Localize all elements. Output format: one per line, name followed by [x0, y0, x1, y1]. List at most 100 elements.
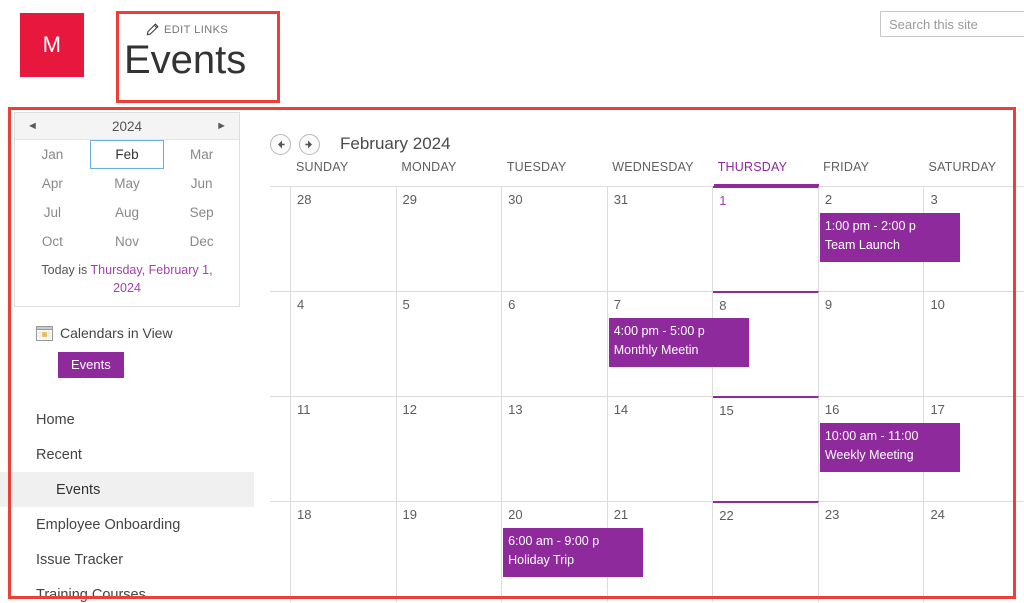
dow-sunday: SUNDAY [296, 160, 349, 174]
month-aug[interactable]: Aug [90, 198, 165, 227]
week-gutter [270, 187, 291, 291]
calendar-day-cell[interactable]: 9 [818, 292, 925, 396]
page-title: Events [124, 38, 247, 82]
calendar-event[interactable]: 6:00 am - 9:00 p Holiday Trip [503, 528, 644, 577]
event-time: 4:00 pm - 5:00 p [613, 324, 705, 338]
month-jun[interactable]: Jun [164, 169, 239, 198]
edit-links-label: EDIT LINKS [164, 23, 229, 36]
nav-item-recent[interactable]: Recent [14, 437, 260, 472]
day-number: 6 [508, 297, 516, 312]
event-title: Monthly Meetin [613, 343, 699, 358]
nav-item-issue-tracker[interactable]: Issue Tracker [14, 542, 260, 577]
month-mar[interactable]: Mar [164, 140, 239, 169]
day-number: 2 [824, 192, 833, 207]
week-gutter [270, 292, 291, 396]
calendar-toolbar: February 2024 [270, 112, 1024, 160]
calendar-day-cell[interactable]: 7 4:00 pm - 5:00 p Monthly Meetin [607, 292, 749, 396]
day-number: 22 [719, 508, 734, 523]
event-time: 1:00 pm - 2:00 p [824, 219, 916, 233]
calendar-day-cell[interactable]: 6 [502, 292, 608, 396]
today-date-link[interactable]: Thursday, February 1, 2024 [91, 263, 213, 295]
event-title: Weekly Meeting [824, 448, 914, 463]
calendar-day-cell[interactable]: 31 [607, 187, 714, 291]
previous-month-button[interactable] [270, 133, 291, 155]
day-number: 5 [402, 297, 410, 312]
month-grid: Jan Feb Mar Apr May Jun Jul Aug Sep Oct … [15, 140, 239, 256]
day-number: 28 [296, 192, 312, 207]
day-number: 21 [613, 507, 629, 522]
calendar-day-cell[interactable]: 13 [502, 397, 608, 501]
day-number: 12 [402, 402, 418, 417]
month-may[interactable]: May [90, 169, 165, 198]
calendar-day-cell[interactable]: 20 6:00 am - 9:00 p Holiday Trip [502, 502, 644, 602]
day-number: 1 [719, 193, 727, 208]
day-number: 7 [613, 297, 621, 312]
day-number: 18 [296, 507, 312, 522]
month-feb[interactable]: Feb [89, 140, 165, 169]
calendar-month-label: February 2024 [340, 134, 451, 153]
day-number: 20 [508, 507, 523, 522]
day-number: 14 [613, 402, 629, 417]
event-time: 10:00 am - 11:00 [824, 429, 919, 443]
month-jan[interactable]: Jan [15, 140, 90, 169]
calendar-icon [36, 326, 53, 342]
day-number: 16 [824, 402, 840, 417]
calendar-day-cell[interactable]: 29 [396, 187, 503, 291]
dow-saturday: SATURDAY [928, 160, 997, 174]
day-number: 19 [402, 507, 418, 522]
calendar-day-cell[interactable]: 19 [396, 502, 503, 602]
calendar-day-cell[interactable]: 15 [713, 396, 819, 501]
day-number: 3 [930, 192, 938, 207]
calendar-day-cell[interactable]: 12 [396, 397, 503, 501]
pencil-icon [146, 23, 159, 36]
event-title: Holiday Trip [508, 553, 575, 568]
calendar-event[interactable]: 4:00 pm - 5:00 p Monthly Meetin [608, 318, 749, 367]
calendar-day-cell[interactable]: 16 10:00 am - 11:00 Weekly Meeting [818, 397, 960, 501]
day-number: 17 [930, 402, 945, 417]
month-oct[interactable]: Oct [15, 227, 90, 256]
calendar-week-row: 18 19 20 6:00 am - 9:00 p Holiday Trip 21 22 23… [270, 501, 1024, 602]
nav-item-events[interactable]: Events [0, 472, 254, 508]
calendar-week-row: 28 29 30 31 1 2 1:00 pm - 2:00 p Team Launch 3 [270, 186, 1024, 292]
calendar-event[interactable]: 1:00 pm - 2:00 p Team Launch [819, 213, 960, 262]
nav-item-training-courses[interactable]: Training Courses [14, 577, 260, 603]
next-year-button[interactable]: ► [216, 120, 227, 132]
calendar-day-cell[interactable]: 5 [396, 292, 503, 396]
day-number: 13 [508, 402, 523, 417]
site-logo[interactable]: M [20, 13, 84, 77]
calendar-day-cell[interactable]: 30 [502, 187, 608, 291]
calendar-day-cell[interactable]: 11 [290, 397, 397, 501]
next-month-button[interactable] [299, 133, 320, 155]
arrow-left-icon [278, 140, 285, 148]
edit-links-button[interactable]: EDIT LINKS [146, 23, 228, 36]
calendar-day-cell[interactable]: 28 [290, 187, 397, 291]
previous-year-button[interactable]: ◄ [27, 120, 38, 132]
month-sep[interactable]: Sep [164, 198, 239, 227]
calendar-day-cell[interactable]: 23 [818, 502, 925, 602]
day-number: 11 [296, 402, 311, 417]
nav-item-employee-onboarding[interactable]: Employee Onboarding [14, 507, 260, 542]
month-apr[interactable]: Apr [15, 169, 90, 198]
calendar-chip-events[interactable]: Events [58, 352, 124, 379]
calendar-day-cell[interactable]: 4 [290, 292, 397, 396]
month-jul[interactable]: Jul [15, 198, 90, 227]
month-nov[interactable]: Nov [90, 227, 165, 256]
event-time: 6:00 am - 9:00 p [508, 534, 600, 548]
calendar-day-cell[interactable]: 22 [713, 501, 819, 602]
page-root: M EDIT LINKS Events ◄ 2024 ► Jan Feb M [0, 0, 1024, 603]
calendar-day-cell[interactable]: 1 [713, 186, 819, 291]
calendar-event[interactable]: 10:00 am - 11:00 Weekly Meeting [819, 423, 960, 472]
calendar-day-cell[interactable]: 18 [290, 502, 397, 602]
calendar-day-cell[interactable]: 14 [607, 397, 714, 501]
calendar-day-cell[interactable]: 10 [924, 292, 1024, 396]
week-gutter [270, 397, 291, 501]
calendar-grid: 28 29 30 31 1 2 1:00 pm - 2:00 p Team Launch 3 4 5… [270, 186, 1024, 602]
week-gutter [270, 502, 291, 602]
search-box[interactable] [880, 11, 1024, 37]
calendar-day-cell[interactable]: 2 1:00 pm - 2:00 p Team Launch [818, 187, 960, 291]
month-dec[interactable]: Dec [164, 227, 239, 256]
day-number: 4 [296, 297, 305, 312]
nav-item-home[interactable]: Home [14, 402, 260, 437]
search-input[interactable] [881, 12, 1024, 36]
calendar-day-cell[interactable]: 24 [924, 502, 1024, 602]
